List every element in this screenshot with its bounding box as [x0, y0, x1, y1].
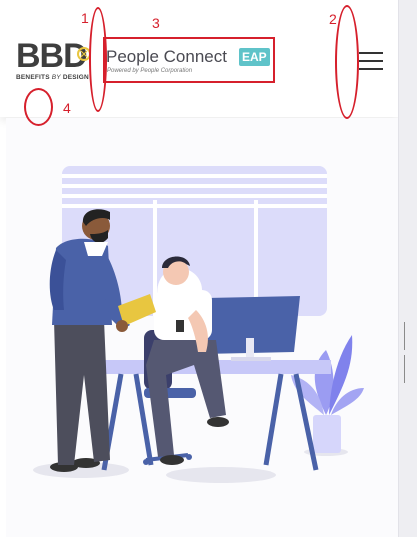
annotation-oval-4	[24, 88, 53, 126]
people-connect-logo[interactable]: People Connect EAP Powered by People Cor…	[103, 37, 275, 83]
annotation-label-4: 4	[63, 100, 71, 116]
bbd-logo-subtitle: BENEFITS BY DESIGN	[16, 74, 89, 81]
scrollbar-grip-icon[interactable]	[404, 322, 409, 383]
office-workers-illustration	[33, 166, 364, 483]
powered-by-text: Powered by People Corporation	[107, 68, 193, 74]
hamburger-menu-icon[interactable]	[359, 51, 383, 71]
annotation-oval-1	[89, 7, 107, 112]
annotation-oval-2	[335, 5, 359, 119]
annotation-label-3: 3	[152, 15, 160, 31]
people-connect-name: People Connect	[106, 47, 227, 66]
scrollbar-track[interactable]	[398, 0, 417, 537]
annotation-label-1: 1	[81, 10, 89, 26]
eap-badge: EAP	[239, 48, 270, 66]
bbd-logo[interactable]: BBD BENEFITS BY DESIGN	[16, 39, 96, 85]
annotation-label-2: 2	[329, 11, 337, 27]
